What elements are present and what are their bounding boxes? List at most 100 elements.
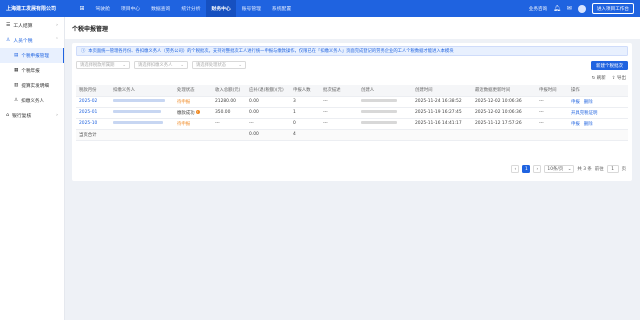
- nav-accounts[interactable]: 账号管理: [236, 0, 266, 17]
- bank-icon: ⌂: [6, 113, 10, 118]
- chevron-left-icon: ‹: [514, 166, 517, 172]
- col-header[interactable]: 申报时间: [536, 85, 568, 97]
- person-icon: ♙: [6, 38, 11, 43]
- cell-status: 待申报: [174, 96, 212, 108]
- col-header[interactable]: 收入总额(元): [212, 85, 246, 97]
- table-icon: ▥: [14, 83, 19, 88]
- sidebar-item-payroll-detail[interactable]: ▥ 提算实发明细: [0, 78, 64, 93]
- message-icon[interactable]: ✉︎: [567, 5, 572, 12]
- cell-status: 缴款成功!: [174, 107, 212, 119]
- top-right-tools: 业务咨询 🔔︎ ✉︎ 进入项目工作台: [529, 0, 634, 17]
- sidebar-group-bank-review[interactable]: ⌂ 银行复核 ›: [0, 108, 64, 123]
- page-number-current[interactable]: 1: [522, 165, 531, 173]
- warning-icon[interactable]: !: [195, 110, 200, 114]
- col-header[interactable]: 批次描述: [320, 85, 358, 97]
- calendar-icon: ▦: [14, 68, 19, 73]
- chevron-down-icon: ⌄: [180, 62, 184, 68]
- chevron-up-icon: ˄: [55, 38, 58, 43]
- declare-button[interactable]: 申报: [571, 122, 580, 127]
- col-header[interactable]: 处理状态: [174, 85, 212, 97]
- sidebar-item-label: 提算实发明细: [21, 83, 49, 89]
- new-batch-button[interactable]: 新建个税批次: [591, 61, 628, 70]
- page-size-value: 10条/页: [547, 167, 564, 172]
- cell-income: 350.00: [212, 107, 246, 119]
- table-tools: ↻ 刷新 ⇪ 导出: [592, 75, 626, 81]
- help-link[interactable]: 业务咨询: [529, 6, 547, 12]
- col-header[interactable]: 创建时间: [412, 85, 472, 97]
- nav-finance[interactable]: 财务中心: [206, 0, 237, 17]
- refresh-icon: ↻: [591, 76, 596, 81]
- status-select[interactable]: 请选择处理状态 ⌄: [192, 61, 246, 69]
- sidebar-item-label: 个税年报: [21, 68, 40, 74]
- chevron-right-icon: ›: [56, 113, 58, 118]
- redacted-text: [361, 109, 397, 114]
- cell-income: 21280.00: [212, 96, 246, 108]
- nav-data-query[interactable]: 数据查询: [146, 0, 176, 17]
- cell-created: 2025-11-16 14:41:17: [412, 118, 472, 130]
- cell-actions: 申报 删除: [568, 96, 628, 108]
- declare-button[interactable]: 申报: [571, 100, 580, 105]
- select-placeholder: 请选择处理状态: [196, 63, 227, 68]
- table-row: 2025-10 待申报 --- --- 0 --- 2025-11-16 14:…: [76, 118, 628, 130]
- cell-month-link[interactable]: 2025-02: [76, 96, 110, 108]
- refresh-button[interactable]: ↻ 刷新: [592, 75, 606, 81]
- withholding-agent-select[interactable]: 请选择扣缴义务人 ⌄: [134, 61, 188, 69]
- tax-certificate-button[interactable]: 开具完税证明: [571, 111, 597, 116]
- prev-page-button[interactable]: ‹: [511, 165, 520, 173]
- cell-desc: ---: [320, 118, 358, 130]
- cell-count: 1: [290, 107, 320, 119]
- sidebar-group-worker-settlement[interactable]: ☰ 工人结算 ›: [0, 18, 64, 33]
- cell-tax: 0.00: [246, 107, 290, 119]
- sidebar-item-annual-report[interactable]: ▦ 个税年报: [0, 63, 64, 78]
- cell-declared: ---: [536, 118, 568, 130]
- cell-actions: 申报 删除: [568, 118, 628, 130]
- cell-month-link[interactable]: 2025-01: [76, 107, 110, 119]
- export-label: 导出: [617, 76, 626, 81]
- tax-period-select[interactable]: 请选择税款所属期 ⌄: [76, 61, 130, 69]
- page-size-select[interactable]: 10条/页 ⌄: [544, 165, 575, 173]
- total-empty: [320, 129, 628, 141]
- workbench-button[interactable]: 进入项目工作台: [591, 3, 634, 14]
- chevron-down-icon: ⌄: [122, 62, 126, 68]
- bell-icon[interactable]: 🔔︎: [553, 5, 561, 12]
- cell-status: 待申报: [174, 118, 212, 130]
- sidebar-group-label: 工人结算: [13, 24, 33, 29]
- delete-button[interactable]: 删除: [584, 122, 593, 127]
- nav-system[interactable]: 系统配置: [266, 0, 296, 17]
- select-placeholder: 请选择扣缴义务人: [138, 63, 173, 68]
- nav-dashboard[interactable]: 驾驶舱: [90, 0, 115, 17]
- apps-grid-icon[interactable]: ⊞: [78, 5, 86, 13]
- export-button[interactable]: ⇪ 导出: [612, 75, 626, 81]
- sidebar-item-tax-declaration[interactable]: ▤ 个税申报管理: [0, 48, 64, 63]
- total-count: 4: [290, 129, 320, 141]
- sidebar-item-label: 个税申报管理: [21, 53, 49, 59]
- nav-statistics[interactable]: 统计分析: [176, 0, 206, 17]
- col-header[interactable]: 应补/退(税额)(元): [246, 85, 290, 97]
- cell-updated: 2025-12-02 10:06:36: [472, 96, 536, 108]
- sidebar-item-withholding-agent[interactable]: ♙ 扣缴义务人: [0, 93, 64, 108]
- cell-declared: ---: [536, 96, 568, 108]
- goto-page-input[interactable]: 1: [606, 165, 619, 173]
- sidebar-group-personal-tax[interactable]: ♙ 人员个税 ˄: [0, 33, 64, 48]
- redacted-text: [113, 109, 161, 114]
- chevron-right-icon: ›: [536, 166, 539, 172]
- cell-declared: ---: [536, 107, 568, 119]
- col-header[interactable]: 创建人: [358, 85, 412, 97]
- chevron-down-icon: ⌄: [567, 166, 572, 172]
- cell-month-link[interactable]: 2025-10: [76, 118, 110, 130]
- export-icon: ⇪: [611, 76, 616, 81]
- avatar[interactable]: [577, 4, 586, 13]
- main-content: 个税申报管理 ⓘ 本页面统一管理各月份、各扣缴义务人（劳务公司）的个税批次。支持…: [65, 17, 640, 320]
- nav-projects[interactable]: 项目中心: [115, 0, 145, 17]
- cell-agent-redacted: [110, 107, 174, 119]
- col-header[interactable]: 最近数据更新时间: [472, 85, 536, 97]
- cell-count: 0: [290, 118, 320, 130]
- cell-updated: 2025-11-12 17:57:26: [472, 118, 536, 130]
- next-page-button[interactable]: ›: [533, 165, 542, 173]
- delete-button[interactable]: 删除: [584, 100, 593, 105]
- col-header[interactable]: 申报人数: [290, 85, 320, 97]
- col-header[interactable]: 税款月份: [76, 85, 110, 97]
- table-row: 2025-01 缴款成功! 350.00 0.00 1 --- 2025-11-…: [76, 107, 628, 119]
- col-header[interactable]: 扣缴义务人: [110, 85, 174, 97]
- cell-agent-redacted: [110, 96, 174, 108]
